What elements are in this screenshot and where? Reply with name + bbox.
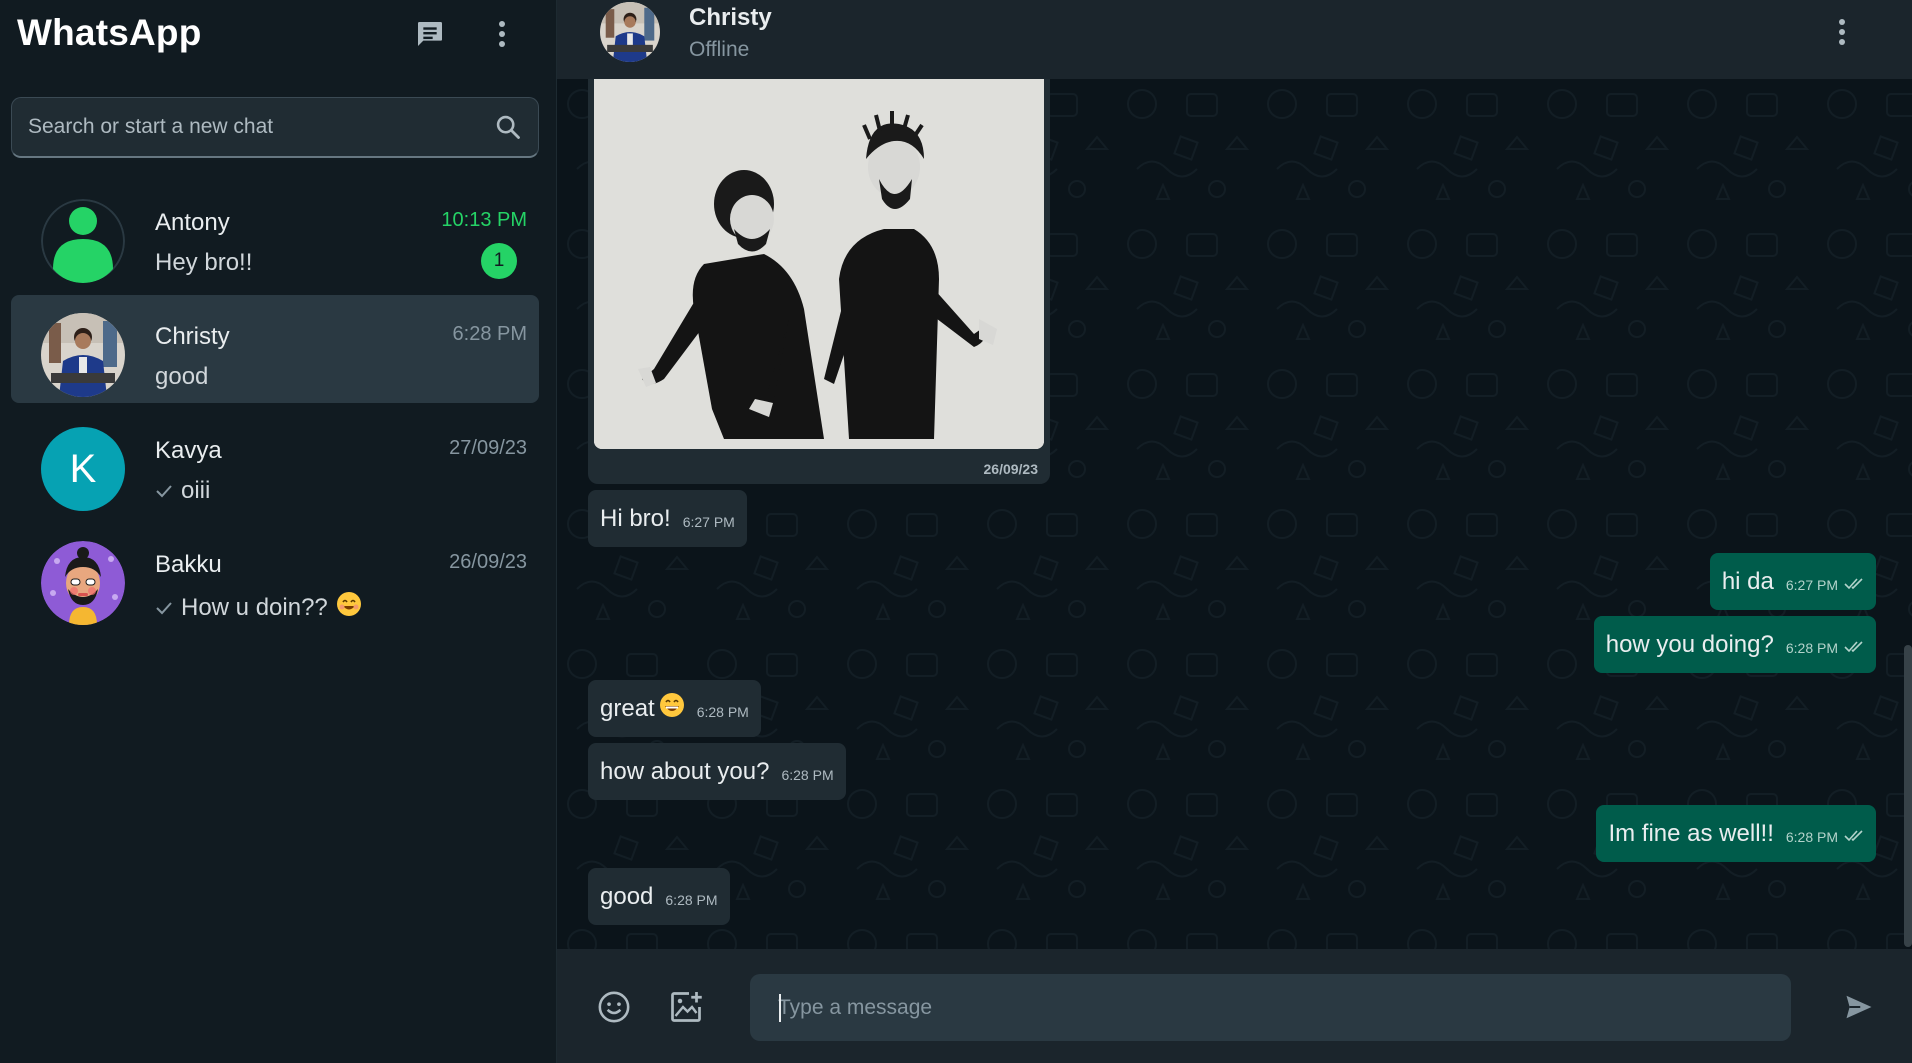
- message-time: 6:28 PM: [696, 703, 749, 720]
- message-text: hi da: [1721, 567, 1774, 595]
- contact-name[interactable]: Christy: [689, 4, 772, 32]
- message-content: great: [600, 692, 685, 725]
- unread-badge: 1: [481, 243, 517, 279]
- check-icon: [155, 594, 173, 622]
- message-meta: 6:28 PM: [1786, 829, 1864, 845]
- chat-header: Christy Offline: [557, 0, 1912, 79]
- composer-bar: [557, 949, 1912, 1063]
- message-text: Hi bro!: [600, 504, 671, 532]
- smiling-face-icon: [336, 591, 362, 624]
- chat-time: 10:13 PM: [441, 209, 527, 231]
- message-outgoing[interactable]: Im fine as well!! 6:28 PM: [1596, 805, 1876, 862]
- search-input[interactable]: [28, 98, 478, 156]
- check-icon: [155, 477, 173, 505]
- chat-preview-text: How u doin??: [181, 593, 328, 621]
- app-title: WhatsApp: [17, 12, 202, 53]
- grinning-face-icon: [659, 692, 685, 725]
- message-incoming[interactable]: Hi bro! 6:27 PM: [588, 490, 747, 547]
- message-text: good: [600, 882, 654, 910]
- message-time: 6:28 PM: [781, 766, 834, 783]
- chat-item-kavya[interactable]: K Kavya oiii 27/09/23: [11, 409, 539, 517]
- chat-preview: Hey bro!!: [155, 249, 252, 277]
- chat-name: Antony: [155, 209, 230, 236]
- image-message[interactable]: 26/09/23: [588, 79, 1050, 484]
- chat-name: Kavya: [155, 437, 222, 464]
- search-bar: [11, 97, 539, 158]
- image-date: 26/09/23: [983, 461, 1039, 477]
- message-time: 6:27 PM: [1785, 576, 1838, 593]
- chat-preview: How u doin??: [155, 591, 362, 624]
- message-outgoing[interactable]: how you doing? 6:28 PM: [1593, 616, 1876, 673]
- double-check-icon: [1844, 829, 1864, 845]
- message-text: Im fine as well!!: [1608, 819, 1774, 847]
- chat-item-bakku[interactable]: Bakku How u doin?? 26/09/23: [11, 523, 539, 631]
- menu-dots-icon[interactable]: [482, 14, 522, 54]
- contact-status: Offline: [689, 38, 750, 61]
- message-text: how about you?: [600, 757, 770, 785]
- chat-preview: good: [155, 363, 208, 391]
- chat-preview-text: good: [155, 363, 209, 390]
- message-meta: 6:27 PM: [1786, 577, 1864, 593]
- message-text: great: [600, 694, 655, 722]
- double-check-icon: [1844, 577, 1864, 593]
- contact-avatar[interactable]: [600, 2, 660, 62]
- chat-preview-text: Hey bro!!: [155, 249, 253, 276]
- text-caret: [779, 994, 781, 1022]
- chat-name: Bakku: [155, 551, 222, 578]
- shared-image[interactable]: [594, 79, 1044, 449]
- chat-time: 6:28 PM: [452, 323, 527, 345]
- search-icon[interactable]: [494, 113, 522, 141]
- emoji-icon[interactable]: [592, 985, 636, 1029]
- double-check-icon: [1844, 640, 1864, 656]
- sidebar: WhatsApp Antony Hey bro!! 10:13 PM 1 Chr…: [0, 0, 557, 1063]
- chat-menu-dots-icon[interactable]: [1822, 12, 1862, 52]
- messages-scrollbar[interactable]: [1904, 645, 1912, 947]
- attach-image-icon[interactable]: [664, 985, 708, 1029]
- chat-panel: Christy Offline 26/09/23 Hi bro! 6:27 PM…: [557, 0, 1912, 1063]
- message-time: 6:28 PM: [1785, 828, 1838, 845]
- message-incoming[interactable]: how about you? 6:28 PM: [588, 743, 846, 800]
- chat-item-christy[interactable]: Christy good 6:28 PM: [11, 295, 539, 403]
- avatar: [41, 313, 125, 397]
- message-incoming[interactable]: good 6:28 PM: [588, 868, 730, 925]
- message-incoming[interactable]: great 6:28 PM: [588, 680, 761, 737]
- message-input[interactable]: [750, 974, 1791, 1041]
- avatar: K: [41, 427, 125, 511]
- message-time: 6:27 PM: [682, 513, 735, 530]
- chat-name: Christy: [155, 323, 230, 350]
- message-outgoing[interactable]: hi da 6:27 PM: [1709, 553, 1876, 610]
- avatar: [41, 541, 125, 625]
- new-chat-icon[interactable]: [410, 14, 450, 54]
- chat-time: 27/09/23: [449, 437, 527, 459]
- chat-item-antony[interactable]: Antony Hey bro!! 10:13 PM 1: [11, 181, 539, 289]
- message-time: 6:28 PM: [1785, 639, 1838, 656]
- avatar-letter: K: [69, 446, 97, 491]
- message-text: how you doing?: [1605, 630, 1774, 658]
- send-icon[interactable]: [1837, 985, 1881, 1029]
- message-meta: 6:28 PM: [1786, 640, 1864, 656]
- chat-preview-text: oiii: [181, 477, 211, 504]
- message-time: 6:28 PM: [665, 891, 718, 908]
- chat-preview: oiii: [155, 477, 210, 505]
- avatar: [41, 199, 125, 283]
- chat-time: 26/09/23: [449, 551, 527, 573]
